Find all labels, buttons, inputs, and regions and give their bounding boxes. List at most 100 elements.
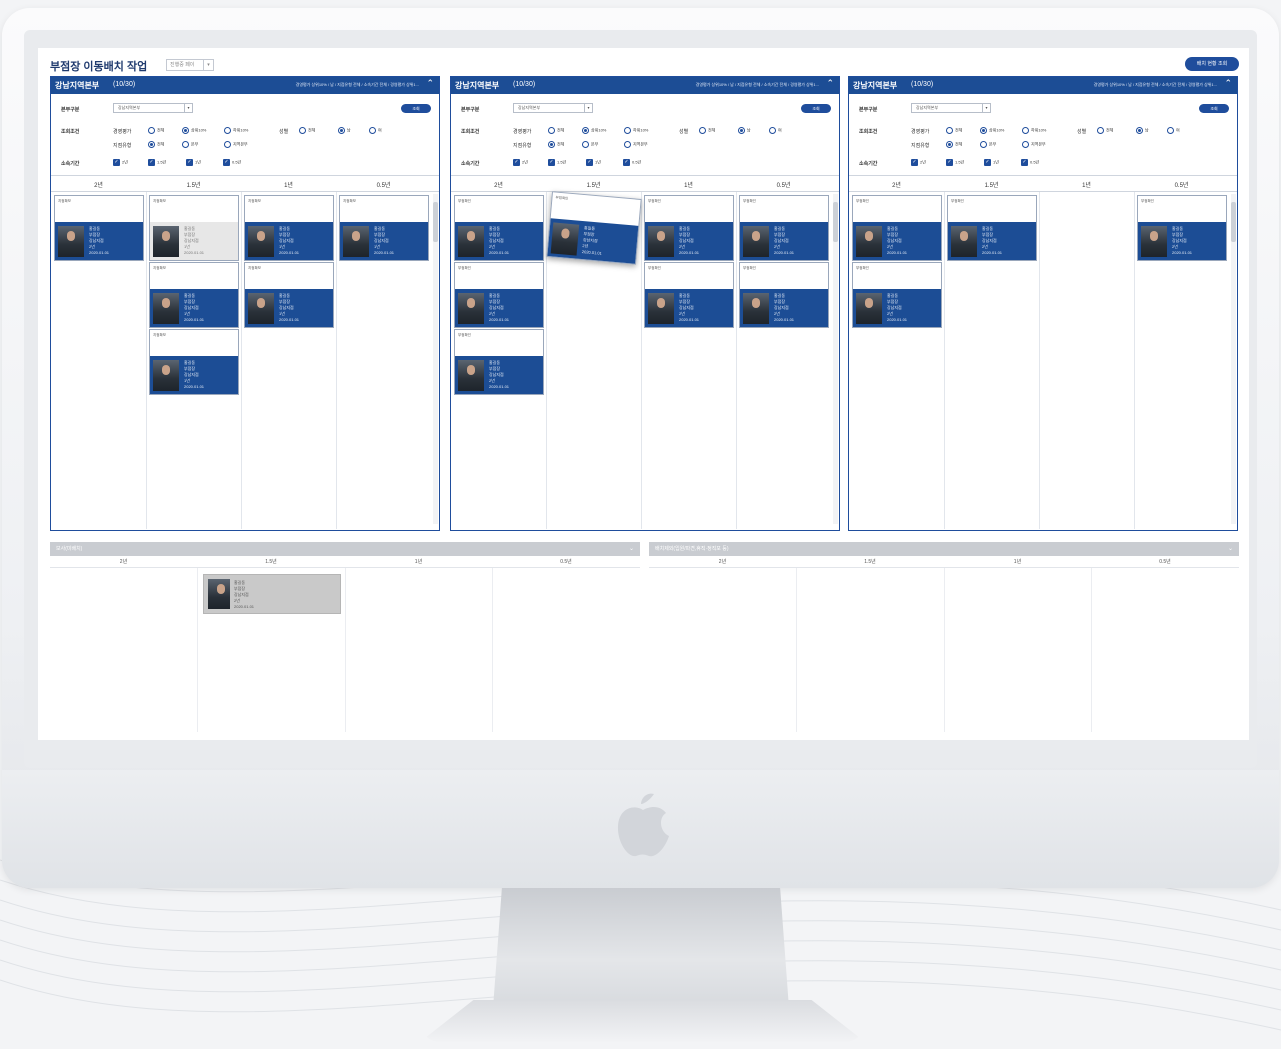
eval-option[interactable]: 전체	[148, 127, 164, 134]
type-option[interactable]: 지역본부	[224, 141, 248, 148]
gender-option[interactable]: 남	[338, 127, 351, 134]
eval-option[interactable]: 하위10%	[224, 127, 248, 134]
employee-photo	[343, 226, 369, 257]
eval-option[interactable]: 상위10%	[980, 127, 1004, 134]
employee-card[interactable]: 지점확보 홍길동 부점장 강남지점 1년 2020.01.01	[244, 262, 334, 328]
period-option[interactable]: ✓ 2년	[911, 159, 926, 166]
gender-option-label: 여	[378, 127, 382, 133]
employee-card[interactable]: 홍길동 부점장 강남지점 2년 2020.01.01	[203, 574, 341, 614]
employee-info: 홍길동 부점장 강남지점 1년 2020.01.01	[184, 293, 204, 323]
employee-photo	[153, 293, 179, 324]
employee-card[interactable]: 부점확인 홍길동 부점장 강남지점 2년 2020.01.01	[644, 195, 734, 261]
page-title: 부점장 이동배치 작업	[50, 61, 148, 73]
card-body: 홍길동 부점장 강남지점 1년 2020.01.01	[150, 356, 238, 394]
employee-card[interactable]: 지점확보 홍길동 부점장 강남지점 1년 2020.01.01	[149, 262, 239, 328]
column-divider	[1091, 568, 1092, 732]
employee-card[interactable]: 부점확인 홍길동 부점장 강남지점 2년 2020.01.01	[739, 262, 829, 328]
chevron-down-icon[interactable]: ⌄	[629, 542, 634, 556]
type-option[interactable]: 본부	[980, 141, 996, 148]
status-select[interactable]: 진행중 페이 ▾	[166, 59, 214, 71]
column-header: 1.5년	[984, 183, 999, 189]
chevron-down-icon[interactable]: ⌄	[1228, 542, 1233, 556]
bonbu-select[interactable]: 강남지역본부 ▾	[911, 103, 991, 113]
period-option[interactable]: ✓ 0.5년	[623, 159, 641, 166]
eval-option[interactable]: 전체	[946, 127, 962, 134]
scrollbar[interactable]	[833, 194, 838, 524]
employee-card[interactable]: 부점확인 홍길동 부점장 강남지점 2년 2020.01.01	[852, 262, 942, 328]
gender-option[interactable]: 남	[1136, 127, 1149, 134]
eval-option[interactable]: 하위10%	[1022, 127, 1046, 134]
scrollbar-thumb[interactable]	[433, 202, 438, 242]
employee-card[interactable]: 부점확인 홍길동 부점장 강남지점 2년 2020.01.01	[454, 262, 544, 328]
chevron-up-icon[interactable]: ⌃	[826, 78, 834, 89]
employee-card[interactable]: 지점확보 홍길동 부점장 강남지점 2년 2020.01.01	[54, 195, 144, 261]
eval-option-label: 상위10%	[591, 127, 607, 133]
status-view-button[interactable]: 배치 현황 조회	[1185, 57, 1239, 71]
chevron-up-icon[interactable]: ⌃	[1224, 78, 1232, 89]
scrollbar[interactable]	[1231, 194, 1236, 524]
type-option[interactable]: 전체	[148, 141, 164, 148]
eval-option[interactable]: 하위10%	[624, 127, 648, 134]
pool-header[interactable]: 보사(미배치) ⌄	[50, 542, 640, 556]
employee-card[interactable]: 지점확보 홍길동 부점장 강남지점 1년 2020.01.01	[244, 195, 334, 261]
employee-card[interactable]: 부점확인 홍길동 부점장 강남지점 2년 2020.01.01	[947, 195, 1037, 261]
gender-option[interactable]: 전체	[1097, 127, 1113, 134]
period-option[interactable]: ✓ 1년	[186, 159, 201, 166]
employee-info3: 2020.01.01	[234, 604, 255, 609]
search-button[interactable]: 조회	[1199, 104, 1229, 113]
gender-option[interactable]: 여	[1167, 127, 1180, 134]
employee-info: 홍길동 부점장 강남지점 2년 2020.01.01	[582, 225, 605, 257]
type-option[interactable]: 지역본부	[1022, 141, 1046, 148]
bonbu-select[interactable]: 강남지역본부 ▾	[513, 103, 593, 113]
employee-card[interactable]: 부점확인 홍길동 부점장 강남지점 2년 2020.01.01	[454, 329, 544, 395]
scrollbar-thumb[interactable]	[1231, 202, 1236, 242]
type-option[interactable]: 지역본부	[624, 141, 648, 148]
period-option-label: 1.5년	[955, 159, 965, 165]
panel-header[interactable]: 강남지역본부 (10/30) 경영평가 상위10% / 남 / 지점유형 전체 / …	[849, 77, 1237, 94]
period-option[interactable]: ✓ 0.5년	[223, 159, 241, 166]
card-body: 홍길동 부점장 강남지점 2년 2020.01.01	[853, 289, 941, 327]
type-option[interactable]: 본부	[182, 141, 198, 148]
type-option[interactable]: 전체	[946, 141, 962, 148]
panel-header[interactable]: 강남지역본부 (10/30) 경영평가 상위10% / 남 / 지점유형 전체 / …	[51, 77, 439, 94]
search-button[interactable]: 조회	[801, 104, 831, 113]
period-option[interactable]: ✓ 0.5년	[1021, 159, 1039, 166]
period-option[interactable]: ✓ 1.5년	[946, 159, 964, 166]
eval-option[interactable]: 상위10%	[582, 127, 606, 134]
gender-option[interactable]: 여	[369, 127, 382, 134]
type-option[interactable]: 전체	[548, 141, 564, 148]
scrollbar-thumb[interactable]	[833, 202, 838, 242]
gender-option[interactable]: 전체	[699, 127, 715, 134]
gender-option[interactable]: 남	[738, 127, 751, 134]
column-divider	[736, 192, 737, 529]
employee-card[interactable]: 부점확인 홍길동 부점장 강남지점 2년 2020.01.01	[546, 191, 642, 265]
gender-option[interactable]: 전체	[299, 127, 315, 134]
employee-card[interactable]: 부점확인 홍길동 부점장 강남지점 2년 2020.01.01	[454, 195, 544, 261]
employee-card[interactable]: 부점확인 홍길동 부점장 강남지점 2년 2020.01.01	[852, 195, 942, 261]
period-option[interactable]: ✓ 1년	[984, 159, 999, 166]
panel-header[interactable]: 강남지역본부 (10/30) 경영평가 상위10% / 남 / 지점유형 전체 / …	[451, 77, 839, 94]
bonbu-select[interactable]: 강남지역본부 ▾	[113, 103, 193, 113]
employee-card[interactable]: 지점확보 홍길동 부점장 강남지점 1년 2020.01.01	[339, 195, 429, 261]
pool-header[interactable]: 배치제외(입원/파견,휴직·정직포 등) ⌄	[649, 542, 1239, 556]
period-option[interactable]: ✓ 1.5년	[148, 159, 166, 166]
type-option[interactable]: 본부	[582, 141, 598, 148]
radio-icon	[148, 127, 155, 134]
period-option[interactable]: ✓ 2년	[113, 159, 128, 166]
employee-card[interactable]: 부점확인 홍길동 부점장 강남지점 2년 2020.01.01	[1137, 195, 1227, 261]
bonbu-select-value: 강남지역본부	[916, 105, 939, 110]
employee-card[interactable]: 지점확보 홍길동 부점장 강남지점 1년 2020.01.01	[149, 329, 239, 395]
period-option[interactable]: ✓ 1.5년	[548, 159, 566, 166]
chevron-up-icon[interactable]: ⌃	[426, 78, 434, 89]
eval-option[interactable]: 전체	[548, 127, 564, 134]
period-option[interactable]: ✓ 1년	[586, 159, 601, 166]
employee-card[interactable]: 부점확인 홍길동 부점장 강남지점 2년 2020.01.01	[739, 195, 829, 261]
employee-card[interactable]: 부점확인 홍길동 부점장 강남지점 2년 2020.01.01	[644, 262, 734, 328]
scrollbar[interactable]	[433, 194, 438, 524]
search-button[interactable]: 조회	[401, 104, 431, 113]
eval-option[interactable]: 상위10%	[182, 127, 206, 134]
period-option[interactable]: ✓ 2년	[513, 159, 528, 166]
gender-option[interactable]: 여	[769, 127, 782, 134]
filter-summary: 경영평가 상위10% / 남 / 지점유형 전체 / 소속기간 전체 / 경영평…	[1093, 82, 1217, 87]
employee-card[interactable]: 지점확보 홍길동 부점장 강남지점 1년 2020.01.01	[149, 195, 239, 261]
